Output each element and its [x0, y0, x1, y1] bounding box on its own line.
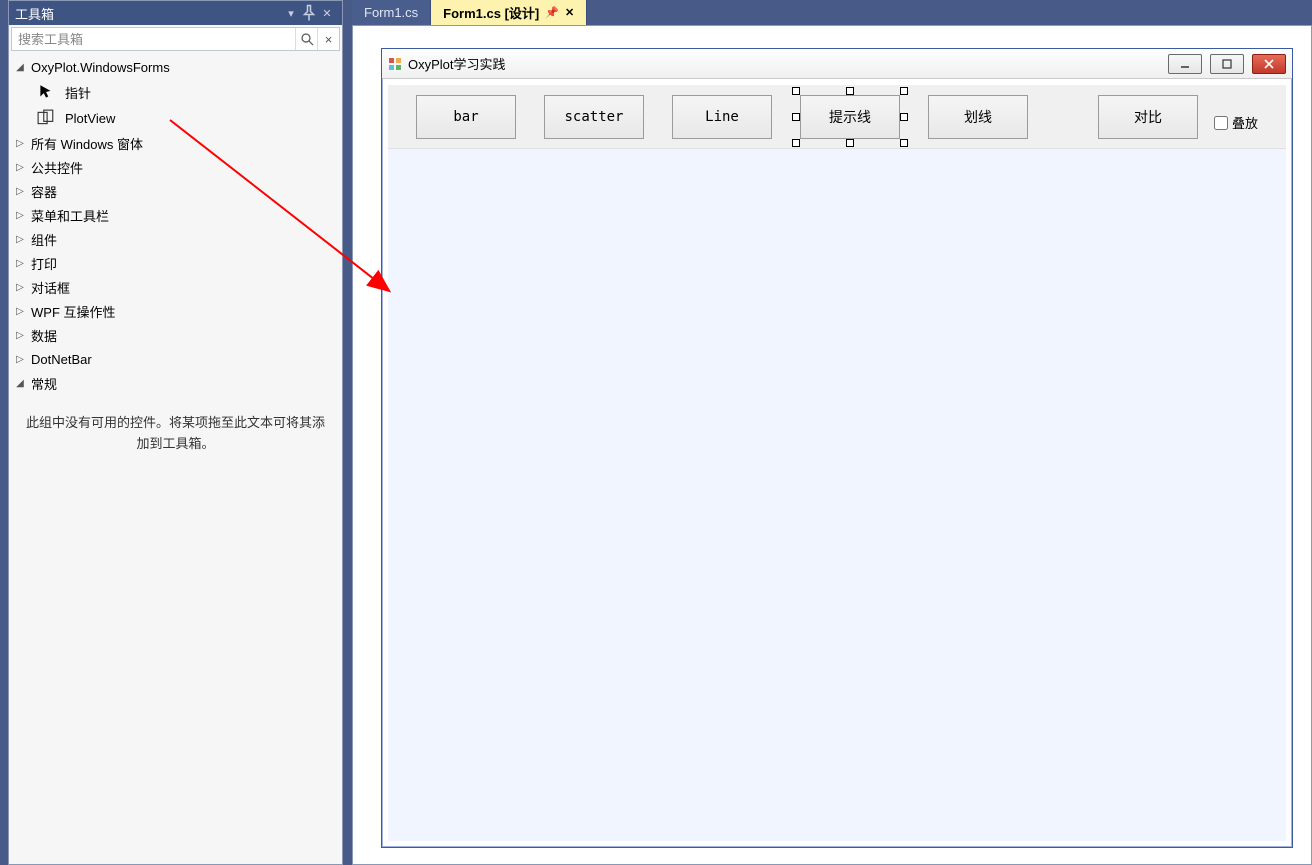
- minimize-button[interactable]: [1168, 54, 1202, 74]
- expand-icon[interactable]: ▷: [13, 306, 27, 317]
- scatter-button[interactable]: scatter: [544, 95, 644, 139]
- close-button[interactable]: [1252, 54, 1286, 74]
- bar-button[interactable]: bar: [416, 95, 516, 139]
- expand-icon[interactable]: ▷: [13, 138, 27, 149]
- toolbox-group-oxyplot[interactable]: ◢ OxyPlot.WindowsForms: [9, 55, 342, 79]
- toolbox-tree: ◢ OxyPlot.WindowsForms 指针 PlotView ▷ 所有 …: [9, 53, 342, 864]
- panel-dropdown-icon[interactable]: ▾: [282, 4, 300, 22]
- toolbox-panel: 工具箱 ▾ ✕ × ◢ OxyPlot.WindowsForms 指针: [8, 0, 343, 865]
- toolbox-item-pointer[interactable]: 指针: [9, 79, 342, 105]
- group-label: WPF 互操作性: [27, 302, 116, 321]
- winform-titlebar: OxyPlot学习实践: [382, 49, 1292, 79]
- toolbox-group-container[interactable]: ▷ 容器: [9, 179, 342, 203]
- close-icon[interactable]: ✕: [318, 4, 336, 22]
- toolbox-group-dialog[interactable]: ▷ 对话框: [9, 275, 342, 299]
- group-label: OxyPlot.WindowsForms: [27, 60, 170, 75]
- toolbox-empty-message: 此组中没有可用的控件。将某项拖至此文本可将其添加到工具箱。: [9, 395, 342, 465]
- group-label: DotNetBar: [27, 352, 92, 367]
- toolbox-titlebar: 工具箱 ▾ ✕: [9, 1, 342, 25]
- winform-title: OxyPlot学习实践: [408, 54, 1160, 73]
- expand-icon[interactable]: ▷: [13, 234, 27, 245]
- overlay-checkbox-input[interactable]: [1214, 116, 1228, 130]
- toolbox-group-data[interactable]: ▷ 数据: [9, 323, 342, 347]
- expand-icon[interactable]: ▷: [13, 282, 27, 293]
- toolbox-title: 工具箱: [15, 4, 282, 23]
- expand-icon[interactable]: ▷: [13, 258, 27, 269]
- collapse-icon[interactable]: ◢: [13, 378, 27, 389]
- group-label: 打印: [27, 254, 57, 273]
- expand-icon[interactable]: ▷: [13, 330, 27, 341]
- markline-button[interactable]: 划线: [928, 95, 1028, 139]
- expand-icon[interactable]: ▷: [13, 210, 27, 221]
- toolbox-group-allwinforms[interactable]: ▷ 所有 Windows 窗体: [9, 131, 342, 155]
- search-input[interactable]: [12, 28, 295, 50]
- expand-icon[interactable]: ▷: [13, 354, 27, 365]
- designer-surface[interactable]: OxyPlot学习实践 bar scatter Line 提示线 划线 对比: [352, 25, 1312, 865]
- close-icon[interactable]: ✕: [565, 6, 574, 19]
- leaf-label: 指针: [65, 83, 91, 102]
- line-button[interactable]: Line: [672, 95, 772, 139]
- toolbox-group-dotnetbar[interactable]: ▷ DotNetBar: [9, 347, 342, 371]
- overlay-checkbox[interactable]: 叠放: [1214, 113, 1258, 132]
- toolbox-group-components[interactable]: ▷ 组件: [9, 227, 342, 251]
- hintline-button[interactable]: 提示线: [800, 95, 900, 139]
- app-icon: [388, 57, 402, 71]
- button-panel: bar scatter Line 提示线 划线 对比 叠放: [388, 85, 1286, 149]
- search-icon[interactable]: [295, 28, 317, 50]
- tab-label: Form1.cs: [364, 5, 418, 20]
- group-label: 容器: [27, 182, 57, 201]
- toolbox-group-common[interactable]: ▷ 公共控件: [9, 155, 342, 179]
- group-label: 常规: [27, 374, 57, 393]
- toolbox-group-general[interactable]: ◢ 常规: [9, 371, 342, 395]
- group-label: 对话框: [27, 278, 70, 297]
- toolbox-item-plotview[interactable]: PlotView: [9, 105, 342, 131]
- group-label: 公共控件: [27, 158, 83, 177]
- group-label: 菜单和工具栏: [27, 206, 109, 225]
- winform-preview[interactable]: OxyPlot学习实践 bar scatter Line 提示线 划线 对比: [381, 48, 1293, 848]
- toolbox-group-print[interactable]: ▷ 打印: [9, 251, 342, 275]
- plotview-icon: [37, 109, 55, 127]
- maximize-button[interactable]: [1210, 54, 1244, 74]
- group-label: 所有 Windows 窗体: [27, 134, 143, 153]
- tab-form1-code[interactable]: Form1.cs: [352, 0, 431, 25]
- pin-icon[interactable]: [300, 4, 318, 22]
- checkbox-label: 叠放: [1232, 113, 1258, 132]
- document-tabstrip: Form1.cs Form1.cs [设计] 📌 ✕: [352, 0, 587, 25]
- toolbox-group-wpf[interactable]: ▷ WPF 互操作性: [9, 299, 342, 323]
- tab-form1-design[interactable]: Form1.cs [设计] 📌 ✕: [431, 0, 587, 25]
- search-clear-icon[interactable]: ×: [317, 28, 339, 50]
- compare-button[interactable]: 对比: [1098, 95, 1198, 139]
- leaf-label: PlotView: [65, 111, 115, 126]
- group-label: 组件: [27, 230, 57, 249]
- collapse-icon[interactable]: ◢: [13, 62, 27, 73]
- pin-icon[interactable]: 📌: [545, 6, 559, 19]
- winform-client-area[interactable]: bar scatter Line 提示线 划线 对比 叠放: [388, 85, 1286, 841]
- toolbox-search: ×: [11, 27, 340, 51]
- pointer-icon: [37, 83, 55, 101]
- group-label: 数据: [27, 326, 57, 345]
- toolbox-group-menus[interactable]: ▷ 菜单和工具栏: [9, 203, 342, 227]
- expand-icon[interactable]: ▷: [13, 186, 27, 197]
- expand-icon[interactable]: ▷: [13, 162, 27, 173]
- tab-label: Form1.cs [设计]: [443, 3, 539, 22]
